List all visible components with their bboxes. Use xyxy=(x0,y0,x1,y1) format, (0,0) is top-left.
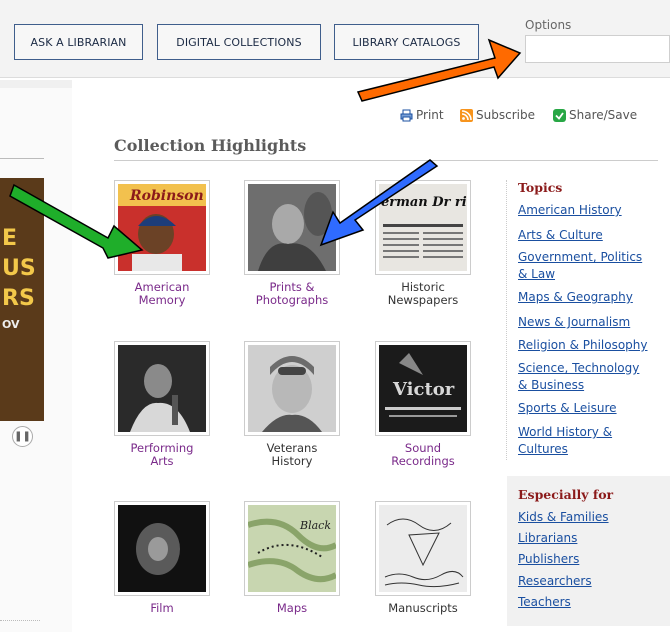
american-memory-image: Robinson xyxy=(118,184,206,271)
banner-text-1: E xyxy=(2,226,18,251)
especially-librarians[interactable]: Librarians xyxy=(518,530,668,547)
historic-newspapers-label[interactable]: Historic Newspapers xyxy=(375,281,471,307)
topic-religion-philosophy[interactable]: Religion & Philosophy xyxy=(518,337,668,354)
share-icon xyxy=(553,108,566,122)
ask-a-librarian-button[interactable]: ASK A LIBRARIAN xyxy=(14,24,143,60)
share-save-label: Share/Save xyxy=(569,108,638,122)
banner-text-4: OV xyxy=(2,318,20,331)
topic-maps-geography[interactable]: Maps & Geography xyxy=(518,289,668,306)
veterans-history-image xyxy=(248,345,336,432)
performing-arts-thumbnail[interactable] xyxy=(114,341,210,436)
victor-text: Victor xyxy=(392,379,455,400)
banner-text-2: US xyxy=(2,256,36,281)
manuscripts-thumbnail[interactable] xyxy=(375,501,471,596)
film-image xyxy=(118,505,206,592)
collection-sound-recordings[interactable]: Victor Sound Recordings xyxy=(375,341,471,468)
sound-recordings-thumbnail[interactable]: Victor xyxy=(375,341,471,436)
performing-arts-label[interactable]: Performing Arts xyxy=(114,442,210,468)
banner-text-3: RS xyxy=(2,286,35,311)
veterans-history-label[interactable]: Veterans History xyxy=(244,442,340,468)
maps-thumbnail[interactable]: Black xyxy=(244,501,340,596)
especially-researchers[interactable]: Researchers xyxy=(518,573,668,590)
sound-recordings-image: Victor xyxy=(379,345,467,432)
collection-maps[interactable]: Black Maps xyxy=(244,501,340,615)
especially-kids-families[interactable]: Kids & Families xyxy=(518,509,668,526)
options-input[interactable] xyxy=(525,35,670,63)
options-label: Options xyxy=(525,18,572,32)
film-label[interactable]: Film xyxy=(114,602,210,615)
rotating-banner-image[interactable]: E US RS OV xyxy=(0,178,44,421)
prints-photographs-thumbnail[interactable] xyxy=(244,180,340,275)
topic-science-business[interactable]: & Business xyxy=(518,377,668,394)
sidebar-divider xyxy=(506,180,507,460)
digital-collections-button[interactable]: DIGITAL COLLECTIONS xyxy=(157,24,321,60)
robinson-text: Robinson xyxy=(129,188,204,204)
american-memory-label[interactable]: American Memory xyxy=(114,281,210,307)
page-title: Collection Highlights xyxy=(114,136,307,155)
collection-film[interactable]: Film xyxy=(114,501,210,615)
collection-historic-newspapers[interactable]: erman Dr rican Army S HistoricNewspapers xyxy=(375,180,549,307)
manuscripts-image xyxy=(379,505,467,592)
library-catalogs-button[interactable]: LIBRARY CATALOGS xyxy=(334,24,479,60)
topic-government-law[interactable]: & Law xyxy=(518,266,668,283)
veterans-history-thumbnail[interactable] xyxy=(244,341,340,436)
american-memory-thumbnail[interactable]: Robinson xyxy=(114,180,210,275)
topic-news-journalism[interactable]: News & Journalism xyxy=(518,314,668,331)
topic-science-technology[interactable]: Science, Technology xyxy=(518,360,668,377)
collection-prints-photographs[interactable]: Prints & Photographs xyxy=(244,180,340,307)
performing-arts-image xyxy=(118,345,206,432)
title-divider xyxy=(114,160,658,161)
topic-world-history[interactable]: World History & xyxy=(518,424,668,441)
maps-label[interactable]: Maps xyxy=(244,602,340,615)
topic-government-politics[interactable]: Government, Politics xyxy=(518,249,668,266)
topic-american-history[interactable]: American History xyxy=(518,202,668,219)
left-divider xyxy=(0,158,44,159)
manuscripts-label[interactable]: Manuscripts xyxy=(375,602,471,615)
especially-for-heading: Especially for xyxy=(518,487,614,502)
topic-world-cultures[interactable]: Cultures xyxy=(518,441,668,458)
topic-arts-culture[interactable]: Arts & Culture xyxy=(518,227,668,244)
newspaper-headline-text: erman Dr rican Army S xyxy=(381,195,467,210)
rss-icon xyxy=(460,108,473,122)
print-label: Print xyxy=(416,108,444,122)
topics-heading: Topics xyxy=(518,180,563,195)
map-black-text: Black xyxy=(299,519,331,532)
printer-icon xyxy=(400,109,413,121)
film-thumbnail[interactable] xyxy=(114,501,210,596)
topic-sports-leisure[interactable]: Sports & Leisure xyxy=(518,400,668,417)
collection-manuscripts[interactable]: Manuscripts xyxy=(375,501,471,615)
share-save-link[interactable]: Share/Save xyxy=(553,108,637,122)
subscribe-label: Subscribe xyxy=(476,108,535,122)
pause-button[interactable]: ❚❚ xyxy=(12,426,33,447)
prints-photographs-image xyxy=(248,184,336,271)
left-dotted-rule xyxy=(0,620,40,621)
historic-newspapers-thumbnail[interactable]: erman Dr rican Army S xyxy=(375,180,549,275)
subscribe-link[interactable]: Subscribe xyxy=(460,108,535,122)
sound-recordings-label[interactable]: Sound Recordings xyxy=(375,442,471,468)
pause-icon: ❚❚ xyxy=(14,431,31,442)
collection-veterans-history[interactable]: Veterans History xyxy=(244,341,340,468)
maps-image: Black xyxy=(247,505,338,592)
collection-performing-arts[interactable]: Performing Arts xyxy=(114,341,210,468)
print-link[interactable]: Print xyxy=(400,108,444,122)
historic-newspapers-image: erman Dr rican Army S xyxy=(379,184,549,271)
prints-photographs-label[interactable]: Prints & Photographs xyxy=(244,281,340,307)
especially-publishers[interactable]: Publishers xyxy=(518,551,668,568)
collection-american-memory[interactable]: Robinson American Memory xyxy=(114,180,210,307)
especially-teachers[interactable]: Teachers xyxy=(518,594,668,611)
